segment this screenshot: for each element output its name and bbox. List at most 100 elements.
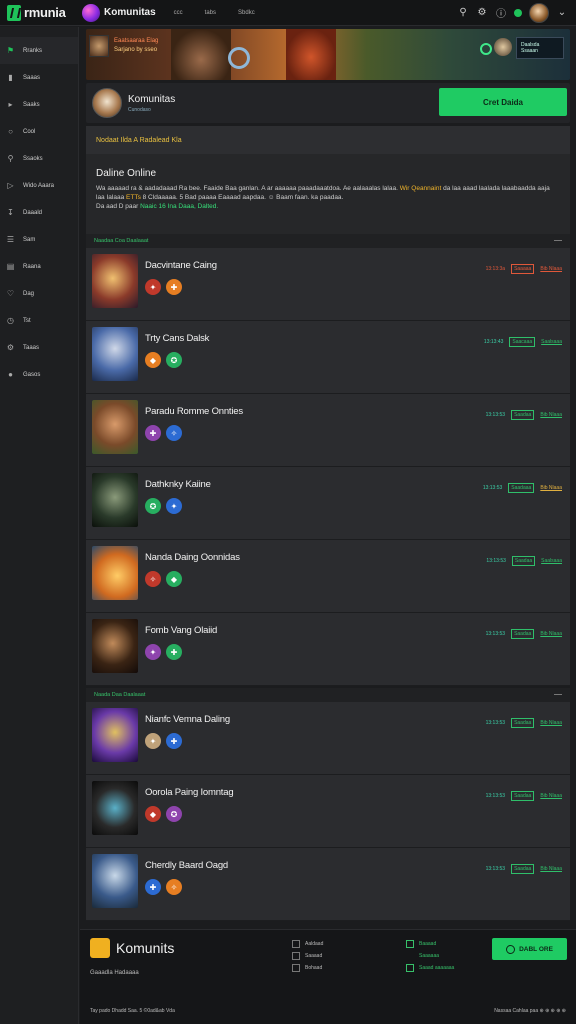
announcement-highlight[interactable]: ETTs bbox=[126, 194, 141, 201]
top-nav-item[interactable]: ccc bbox=[174, 10, 183, 16]
thread-title[interactable]: Nanda Daing Oonnidas bbox=[145, 552, 240, 563]
footer-social[interactable]: Nassaa Cahlaa paa ⊕ ⊕ ⊕ ⊕ ⊕ bbox=[494, 1008, 566, 1014]
footer-link[interactable]: Saaaad bbox=[305, 950, 322, 962]
thread-tag[interactable]: Saadaa bbox=[511, 556, 536, 566]
sidebar-item[interactable]: ↧ Daaald bbox=[0, 199, 78, 226]
thread-row[interactable]: Nanda Daing Oonnidas ✧ ◆ 13:13:53 Saadaa… bbox=[86, 540, 570, 613]
top-nav-item[interactable]: Sbdkc bbox=[238, 10, 255, 16]
footer-links: Aaldaad Saaaad Bohaad bbox=[292, 938, 323, 974]
thread-link[interactable]: Bib Nlaaa bbox=[540, 720, 562, 726]
thread-title[interactable]: Cherdly Baard Oagd bbox=[145, 860, 228, 871]
top-nav-item[interactable]: tabs bbox=[205, 10, 216, 16]
thread-link[interactable]: Bib Nlaaa bbox=[540, 866, 562, 872]
sidebar-item-label: Daaald bbox=[23, 209, 43, 216]
settings-icon[interactable]: ⚙ bbox=[476, 7, 488, 19]
sidebar-item[interactable]: ♡ Dag bbox=[0, 280, 78, 307]
search-icon[interactable]: ⚲ bbox=[457, 7, 469, 19]
notification-dot[interactable] bbox=[514, 8, 522, 17]
thread-row[interactable]: Cherdly Baard Oagd ✚ ✧ 13:13:53 Saadaa B… bbox=[86, 848, 570, 921]
chevron-down-icon[interactable]: ⌄ bbox=[556, 7, 568, 19]
create-post-button[interactable]: Cret Daida bbox=[439, 88, 567, 116]
thread-row[interactable]: Fomb Vang Olaiid ✦ ✚ 13:13:53 Saadaa Bib… bbox=[86, 613, 570, 686]
footer-links-secondary: Baaaad Saaaaaa Saaad aaaaaaa bbox=[406, 938, 454, 974]
thread-link[interactable]: Bib Nlaaa bbox=[540, 793, 562, 799]
thread-link[interactable]: Bib Nlaaa bbox=[540, 631, 562, 637]
sidebar-item[interactable]: ◷ Tst bbox=[0, 307, 78, 334]
community-banner[interactable]: Eaatsaaraa Elag Sarjano by sseo Daalsda … bbox=[86, 29, 570, 80]
thread-tag[interactable]: Saadaaa bbox=[508, 483, 535, 493]
user-avatar[interactable] bbox=[529, 2, 549, 23]
checkbox-icon[interactable] bbox=[292, 964, 300, 972]
thread-title[interactable]: Oorola Paing Iomntag bbox=[145, 787, 234, 798]
thread-title[interactable]: Trty Cans Dalsk bbox=[145, 333, 209, 344]
thread-thumbnail bbox=[92, 327, 138, 381]
thread-tag[interactable]: Saadaa bbox=[511, 718, 535, 728]
thread-link[interactable]: Bib Nlaaa bbox=[540, 412, 562, 418]
sidebar-item[interactable]: ○ Cool bbox=[0, 118, 78, 145]
sidebar-item[interactable]: ⚲ Ssaoks bbox=[0, 145, 78, 172]
thread-link[interactable]: Bib Nlaaa bbox=[540, 266, 562, 272]
thread-badges: ✦ ✚ bbox=[145, 644, 217, 660]
thread-tag[interactable]: Saadaa bbox=[511, 864, 535, 874]
badge-icon: ◆ bbox=[145, 806, 161, 822]
thread-tag[interactable]: Saacaaa bbox=[509, 337, 536, 347]
footer-link[interactable]: Bohaad bbox=[305, 962, 322, 974]
announcement-link[interactable]: 16 Ina Daaa, Dalted. bbox=[159, 203, 219, 210]
collapse-icon[interactable] bbox=[554, 240, 562, 241]
footer-link[interactable]: Aaldaad bbox=[305, 938, 323, 950]
banner-box-line: Ssaaan bbox=[521, 48, 538, 54]
checkbox-icon[interactable] bbox=[406, 964, 414, 972]
thread-meta: 13:13:53 Saadaa Saalsaaa bbox=[486, 556, 562, 566]
thread-row[interactable]: Nianfc Vemna Daling ✦ ✚ 13:13:53 Saadaa … bbox=[86, 702, 570, 775]
community-name: Komunitas bbox=[104, 7, 156, 18]
thread-row[interactable]: Trty Cans Dalsk ◆ ✪ 13:13:43 Saacaaa Saa… bbox=[86, 321, 570, 394]
thread-row[interactable]: Dacvintane Caing ✦ ✚ 13:13:3a Saaaaa Bib… bbox=[86, 248, 570, 321]
thread-badges: ✪ ✦ bbox=[145, 498, 211, 514]
thread-row[interactable]: Paradu Romme Onnties ✚ ✧ 13:13:53 Saadaa… bbox=[86, 394, 570, 467]
thread-time: 13:13:53 bbox=[485, 793, 506, 799]
sidebar-item[interactable]: ● Gasos bbox=[0, 361, 78, 388]
footer-logo[interactable]: Komunits bbox=[90, 938, 174, 958]
thread-time: 13:13:43 bbox=[483, 339, 504, 345]
thread-title[interactable]: Fomb Vang Olaiid bbox=[145, 625, 217, 636]
announcement-title: Daline Online bbox=[96, 168, 157, 179]
sidebar-item[interactable]: ▤ Raana bbox=[0, 253, 78, 280]
footer-link[interactable]: Saaaaaa bbox=[419, 950, 439, 962]
checkbox-icon[interactable] bbox=[406, 940, 414, 948]
announcement-highlight[interactable]: Wir Qeannaint bbox=[400, 185, 442, 192]
app-logo[interactable]: rmunia bbox=[0, 4, 82, 21]
footer-link[interactable]: Baaaad bbox=[419, 938, 436, 950]
thread-badges: ◆ ✪ bbox=[145, 352, 209, 368]
sidebar-item-ranks[interactable]: ⚑ Rranks bbox=[0, 37, 78, 64]
sidebar-item[interactable]: ☰ Sam bbox=[0, 226, 78, 253]
footer-cta-button[interactable]: DABL ORE bbox=[492, 938, 567, 960]
help-icon[interactable]: ⓘ bbox=[495, 7, 507, 20]
sidebar-item[interactable]: ▷ Wido Aaara bbox=[0, 172, 78, 199]
footer-copyright: Ta‌y pado Dhadd Saa. 5 ©0ad&ab Vda bbox=[90, 1008, 175, 1014]
collapse-icon[interactable] bbox=[554, 694, 562, 695]
footer-link[interactable]: Saaad aaaaaaa bbox=[419, 962, 454, 974]
sidebar-item[interactable]: ⚙ Taaas bbox=[0, 334, 78, 361]
banner-info-box[interactable]: Daalsda Ssaaan bbox=[516, 37, 564, 59]
sidebar-item[interactable]: ▮ Saaas bbox=[0, 64, 78, 91]
checkbox-icon[interactable] bbox=[292, 940, 300, 948]
thread-tag[interactable]: Saadaa bbox=[511, 629, 535, 639]
sidebar-item[interactable]: ▸ Saaks bbox=[0, 91, 78, 118]
thread-tag[interactable]: Saadaa bbox=[511, 410, 535, 420]
thread-title[interactable]: Nianfc Vemna Daling bbox=[145, 714, 230, 725]
thread-link[interactable]: Saalsaaa bbox=[541, 339, 562, 345]
thread-row[interactable]: Dathknky Kaiine ✪ ✦ 13:13:53 Saadaaa Bib… bbox=[86, 467, 570, 540]
announcement-link[interactable]: Naaic bbox=[140, 203, 157, 210]
search-icon: ⚲ bbox=[7, 154, 14, 163]
thread-row[interactable]: Oorola Paing Iomntag ◆ ✪ 13:13:53 Saadaa… bbox=[86, 775, 570, 848]
community-brand[interactable]: Komunitas bbox=[82, 3, 156, 22]
thread-title[interactable]: Paradu Romme Onnties bbox=[145, 406, 243, 417]
badge-icon: ✧ bbox=[145, 571, 161, 587]
thread-link[interactable]: Bib Nlaaa bbox=[540, 485, 562, 491]
checkbox-icon[interactable] bbox=[292, 952, 300, 960]
thread-title[interactable]: Dacvintane Caing bbox=[145, 260, 217, 271]
thread-tag[interactable]: Saadaa bbox=[511, 791, 535, 801]
thread-tag[interactable]: Saaaaa bbox=[511, 264, 535, 274]
thread-link[interactable]: Saalsaaa bbox=[541, 558, 562, 564]
thread-title[interactable]: Dathknky Kaiine bbox=[145, 479, 211, 490]
